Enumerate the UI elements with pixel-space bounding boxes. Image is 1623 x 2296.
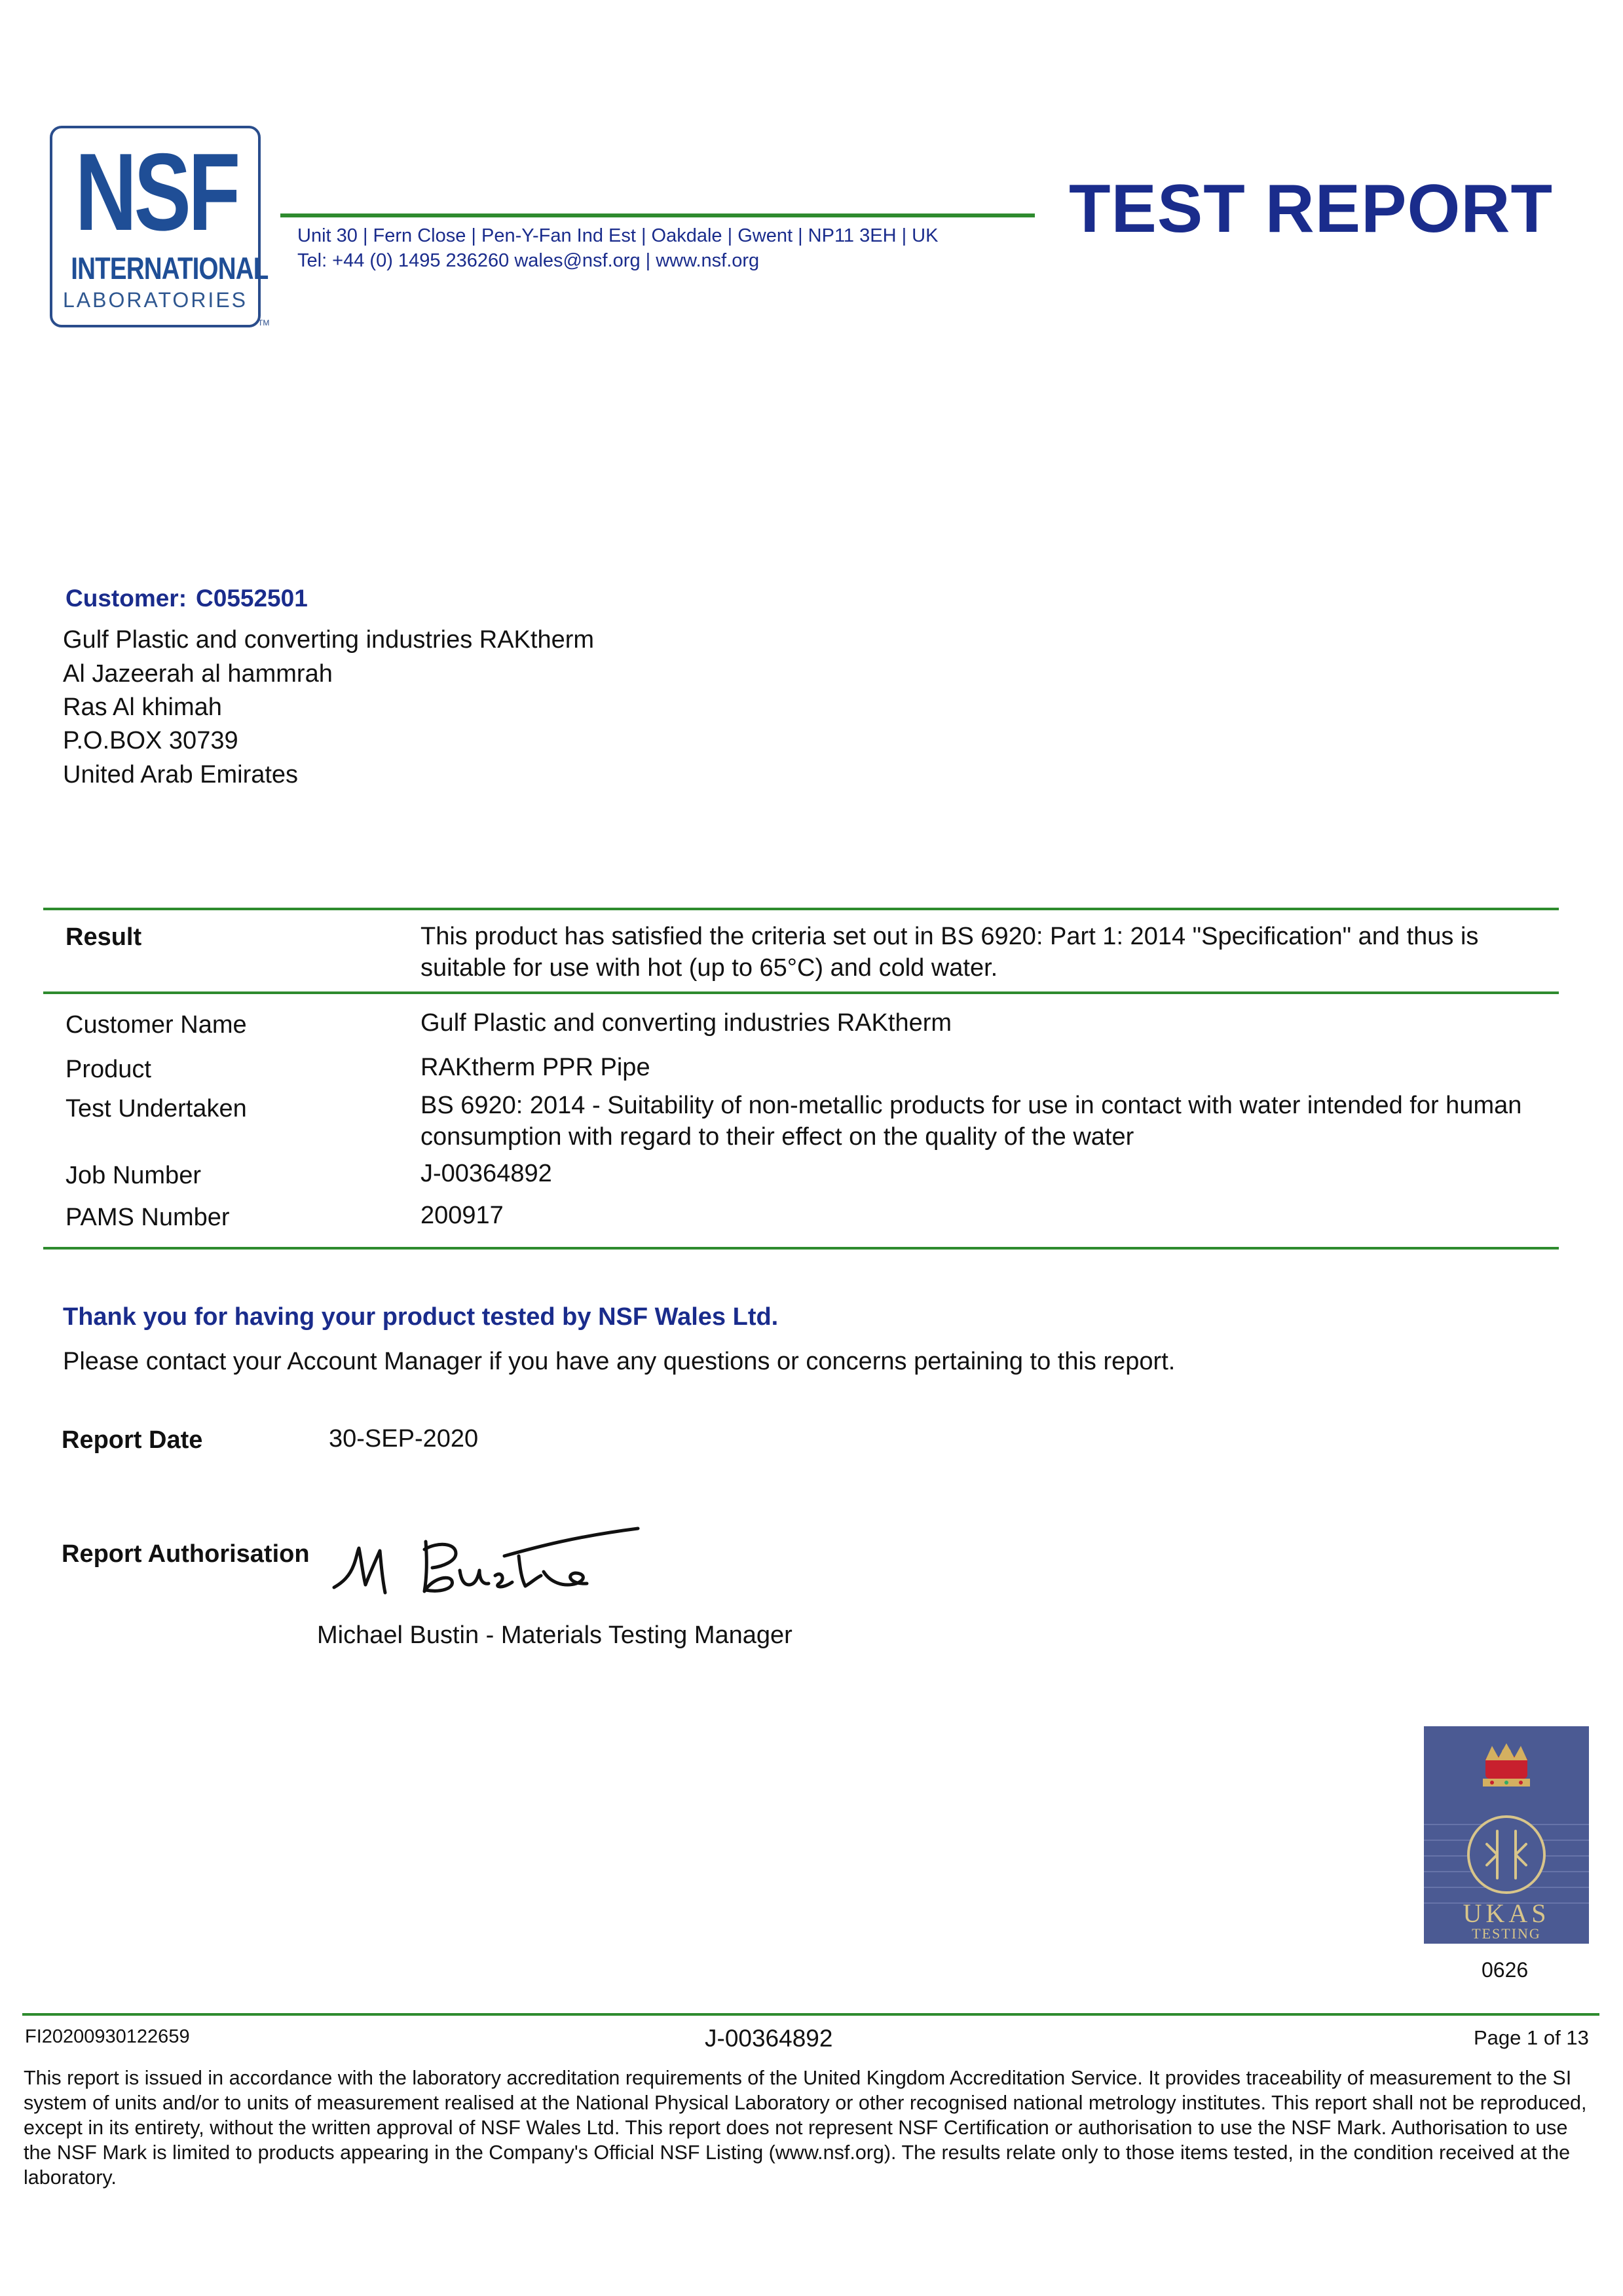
thanks-heading: Thank you for having your product tested…: [63, 1303, 779, 1331]
detail-value-customer-name: Gulf Plastic and converting industries R…: [420, 1009, 952, 1037]
footer-job-number: J-00364892: [705, 2025, 833, 2052]
report-date-value: 30-SEP-2020: [329, 1425, 479, 1453]
footer-rule: [22, 2013, 1599, 2016]
detail-value-test: BS 6920: 2014 - Suitability of non-metal…: [420, 1092, 1522, 1151]
nsf-logo: NSF INTERNATIONAL LABORATORIES: [50, 126, 269, 327]
logo-nsf-text: NSF: [75, 130, 241, 253]
customer-address-line: Gulf Plastic and converting industries R…: [63, 626, 595, 654]
ukas-subtext: TESTING: [1472, 1925, 1541, 1942]
footer-document-id: FI20200930122659: [25, 2026, 190, 2047]
detail-value-job-number: J-00364892: [420, 1160, 552, 1187]
customer-address-line: United Arab Emirates: [63, 761, 299, 788]
detail-value-pams-number: 200917: [420, 1202, 504, 1229]
customer-address-line: P.O.BOX 30739: [63, 727, 238, 754]
header-address: Unit 30 | Fern Close | Pen-Y-Fan Ind Est…: [297, 225, 939, 246]
customer-label: Customer:: [65, 585, 187, 612]
ukas-text: UKAS: [1463, 1898, 1550, 1928]
logo-trademark: TM: [258, 318, 270, 327]
detail-label-product: Product: [65, 1056, 151, 1083]
footer-disclaimer: This report is issued in accordance with…: [24, 2067, 1587, 2189]
table-top-rule: [43, 908, 1559, 910]
customer-heading: Customer: C0552501: [65, 585, 317, 612]
report-authorisation-label: Report Authorisation: [62, 1540, 310, 1568]
detail-label-test: Test Undertaken: [65, 1095, 247, 1122]
detail-value-product: RAKtherm PPR Pipe: [420, 1054, 650, 1081]
signature: [332, 1527, 640, 1595]
result-text: This product has satisfied the criteria …: [420, 923, 1479, 982]
contact-text: Please contact your Account Manager if y…: [63, 1348, 1176, 1375]
ukas-accreditation-mark: UKAS TESTING: [1424, 1726, 1589, 1944]
table-divider-rule: [43, 991, 1559, 994]
result-label: Result: [65, 923, 142, 951]
report-date-label: Report Date: [62, 1426, 203, 1454]
header-contact: Tel: +44 (0) 1495 236260 wales@nsf.org |…: [297, 250, 760, 271]
table-bottom-rule: [43, 1247, 1559, 1250]
signer-name: Michael Bustin - Materials Testing Manag…: [317, 1621, 793, 1649]
header-rule: [280, 213, 1035, 217]
page-title: TEST REPORT: [1069, 171, 1554, 247]
logo-international-text: INTERNATIONAL: [71, 251, 269, 286]
detail-label-pams-number: PAMS Number: [65, 1204, 230, 1231]
detail-label-customer-name: Customer Name: [65, 1011, 247, 1039]
ukas-number: 0626: [1482, 1958, 1529, 1982]
customer-address-line: Ras Al khimah: [63, 694, 222, 721]
customer-address-line: Al Jazeerah al hammrah: [63, 660, 333, 688]
footer-page-number: Page 1 of 13: [1474, 2026, 1589, 2049]
detail-label-job-number: Job Number: [65, 1162, 201, 1189]
customer-code: C0552501: [196, 585, 308, 612]
logo-laboratories-text: LABORATORIES: [63, 288, 248, 312]
